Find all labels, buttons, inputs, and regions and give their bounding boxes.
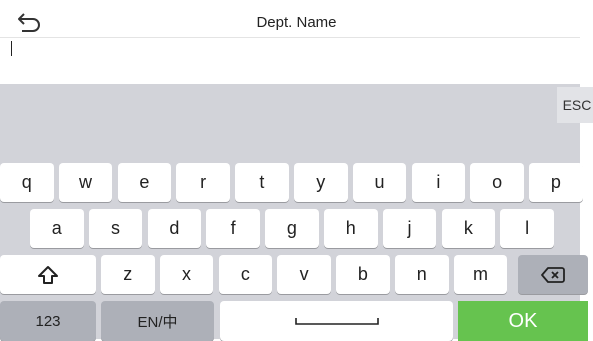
key-d[interactable]: d <box>147 209 202 248</box>
key-y[interactable]: y <box>294 163 348 202</box>
space-key[interactable] <box>220 301 453 341</box>
key-s[interactable]: s <box>88 209 143 248</box>
key-k[interactable]: k <box>441 209 496 248</box>
key-c[interactable]: c <box>218 255 273 294</box>
candidate-bar: ESC <box>0 84 593 124</box>
numbers-key[interactable]: 123 <box>0 301 96 341</box>
space-bar-icon <box>294 315 380 327</box>
key-m[interactable]: m <box>453 255 508 294</box>
key-v[interactable]: v <box>277 255 331 294</box>
key-a[interactable]: a <box>30 209 84 248</box>
key-x[interactable]: x <box>159 255 214 294</box>
key-u[interactable]: u <box>352 163 407 202</box>
key-l[interactable]: l <box>500 209 554 248</box>
key-j[interactable]: j <box>382 209 437 248</box>
key-t[interactable]: t <box>235 163 289 202</box>
keyboard: ESC 123 EN/中 OK q w e r t y u i o p a s … <box>0 84 593 341</box>
key-f[interactable]: f <box>206 209 260 248</box>
shift-key[interactable] <box>0 255 96 294</box>
key-p[interactable]: p <box>529 163 583 202</box>
key-e[interactable]: e <box>117 163 172 202</box>
page-title: Dept. Name <box>256 14 337 31</box>
backspace-icon <box>541 266 565 284</box>
ok-button[interactable]: OK <box>458 301 588 341</box>
key-r[interactable]: r <box>176 163 230 202</box>
key-h[interactable]: h <box>324 209 378 248</box>
key-w[interactable]: w <box>58 163 113 202</box>
key-z[interactable]: z <box>101 255 155 294</box>
key-q[interactable]: q <box>0 163 54 202</box>
dept-name-input[interactable] <box>0 38 580 60</box>
text-cursor <box>11 41 12 56</box>
shift-arrow-icon <box>37 265 59 285</box>
key-n[interactable]: n <box>395 255 449 294</box>
language-switch-key[interactable]: EN/中 <box>101 301 214 341</box>
key-o[interactable]: o <box>470 163 524 202</box>
key-g[interactable]: g <box>265 209 319 248</box>
screen: Dept. Name ESC 123 EN/中 OK q w e r t y u… <box>0 0 593 341</box>
key-i[interactable]: i <box>411 163 466 202</box>
backspace-key[interactable] <box>518 255 588 294</box>
key-b[interactable]: b <box>336 255 390 294</box>
esc-button[interactable]: ESC <box>557 87 593 123</box>
header: Dept. Name <box>0 4 580 60</box>
